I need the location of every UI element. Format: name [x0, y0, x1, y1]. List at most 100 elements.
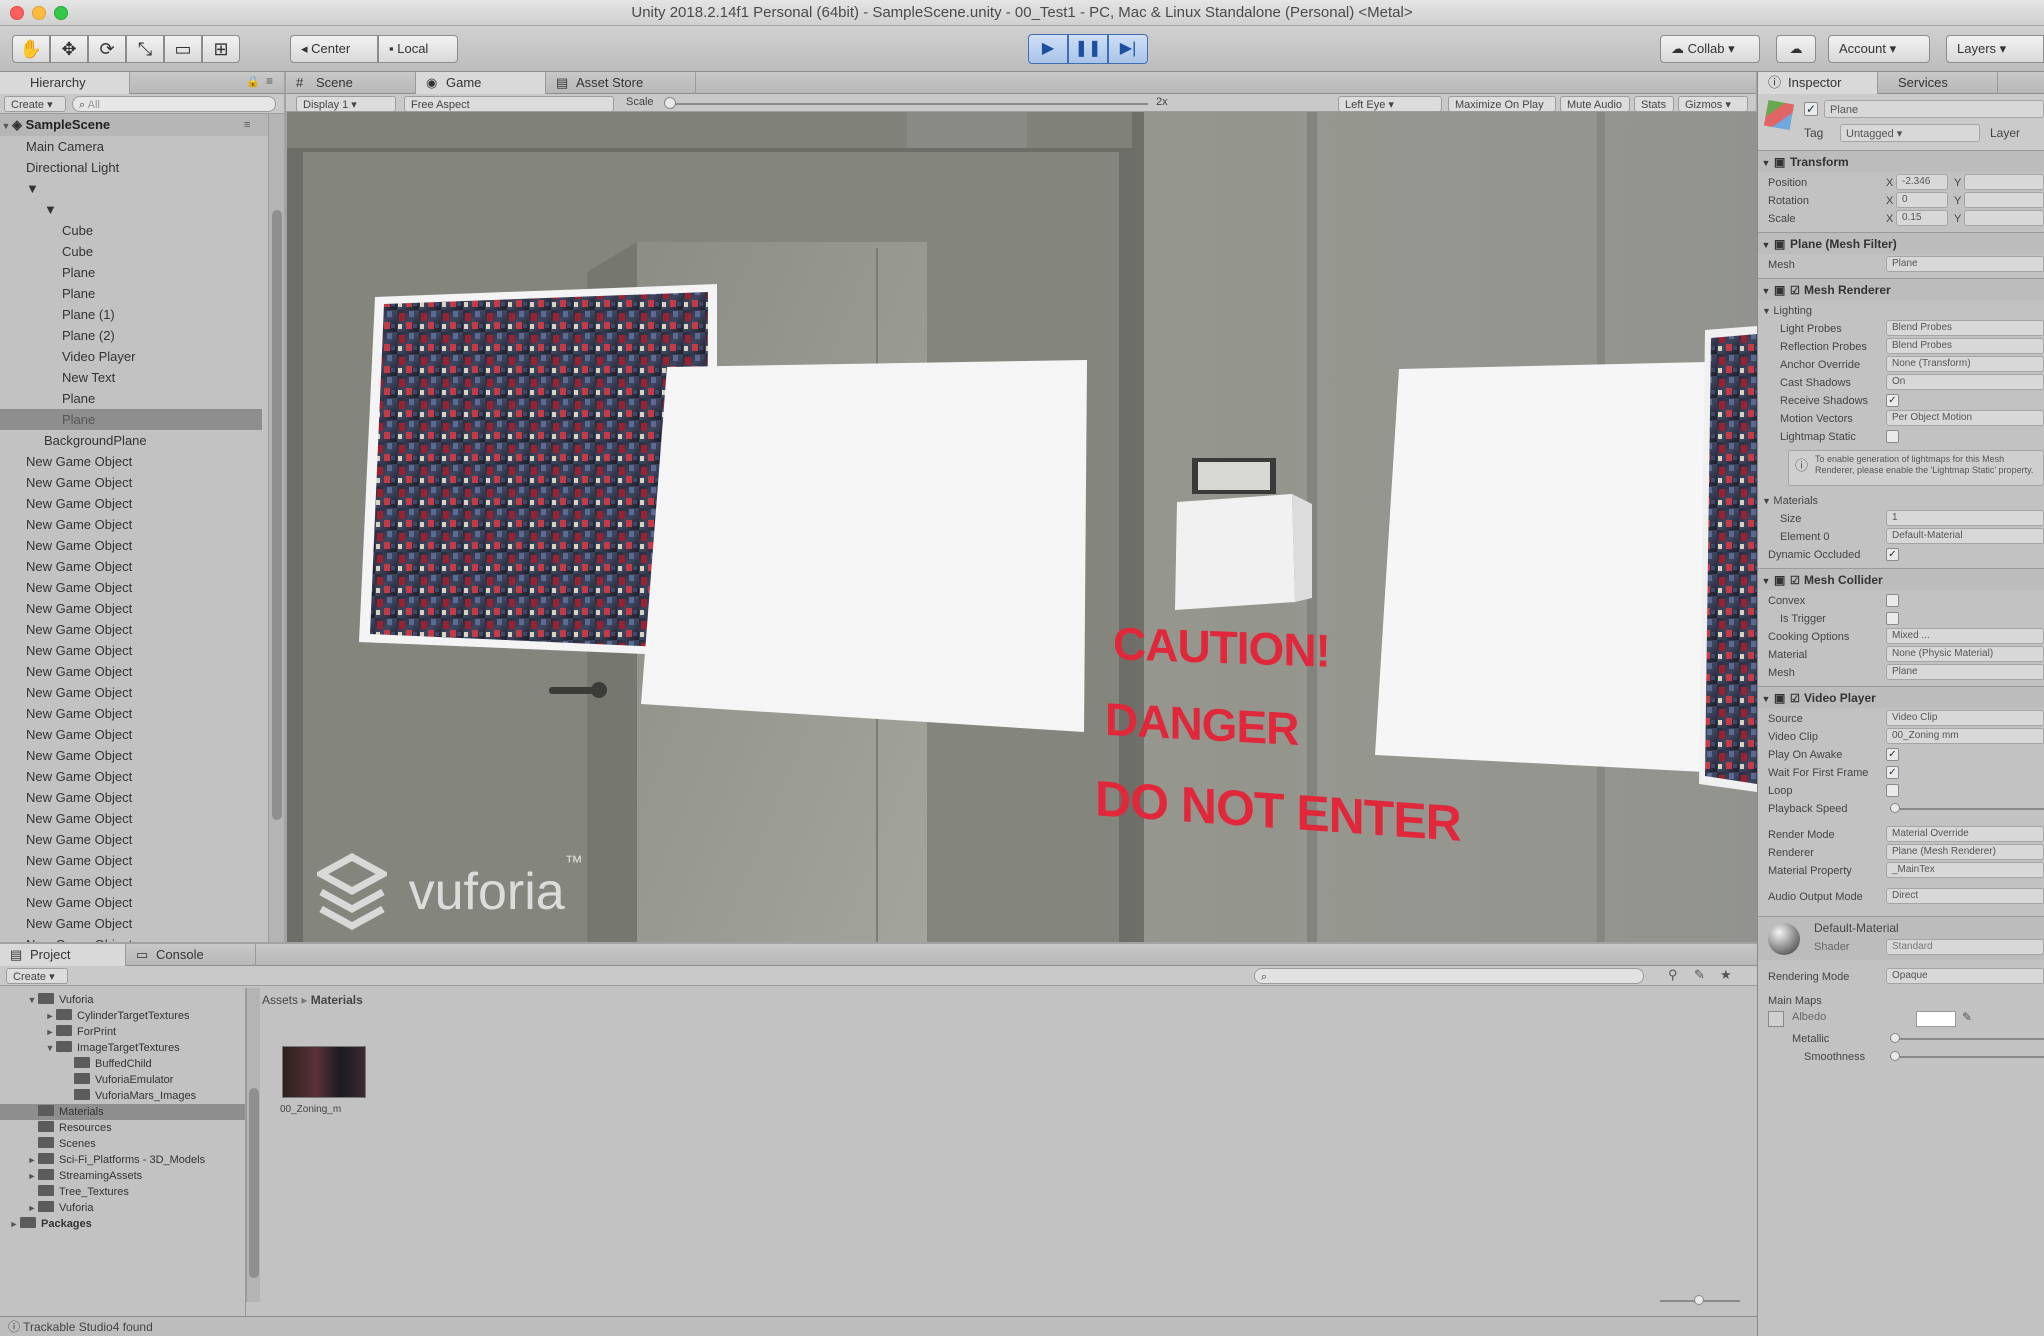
property-value[interactable]: Material Override — [1886, 826, 2044, 842]
breadcrumb-materials[interactable]: Materials — [311, 993, 363, 1007]
section-label[interactable]: ▼ Materials — [1762, 492, 1818, 510]
component-header[interactable]: ▼ ▣ Transform — [1758, 150, 2044, 172]
hierarchy-scroll-thumb[interactable] — [272, 210, 282, 820]
aspect-dropdown[interactable]: Free Aspect — [404, 96, 614, 112]
property-value[interactable]: Plane — [1886, 256, 2044, 272]
expand-arrow-icon[interactable]: ▼ — [44, 1040, 56, 1056]
hierarchy-item[interactable]: ▼ — [0, 199, 262, 220]
hierarchy-item[interactable]: BackgroundPlane — [0, 430, 262, 451]
expand-arrow-icon[interactable]: ► — [8, 1216, 20, 1232]
component-enabled-checkbox[interactable]: ☑ — [1790, 688, 1804, 710]
project-folder-item[interactable]: Tree_Textures — [0, 1184, 245, 1200]
expand-arrow-icon[interactable]: ▼ — [1758, 280, 1774, 302]
project-folder-item[interactable]: ► CylinderTargetTextures — [0, 1008, 245, 1024]
project-folder-item[interactable]: Materials — [0, 1104, 245, 1120]
hierarchy-item[interactable]: New Game Object — [0, 598, 262, 619]
hierarchy-search-input[interactable]: ⌕ All — [72, 96, 276, 112]
hierarchy-item[interactable]: New Game Object — [0, 556, 262, 577]
hierarchy-scrollbar[interactable] — [268, 114, 284, 942]
expand-arrow-icon[interactable]: ▼ — [0, 115, 12, 137]
layers-dropdown[interactable]: Layers ▾ — [1946, 35, 2044, 63]
hierarchy-item[interactable]: Plane — [0, 388, 262, 409]
component-enabled-checkbox[interactable]: ☑ — [1790, 280, 1804, 302]
property-value[interactable]: None (Transform) — [1886, 356, 2044, 372]
hierarchy-item[interactable]: New Game Object — [0, 724, 262, 745]
hierarchy-item[interactable]: Plane — [0, 409, 262, 430]
section-label[interactable]: ▼ Lighting — [1762, 302, 1812, 320]
hand-tool-icon[interactable]: ✋ — [12, 35, 50, 63]
project-folder-item[interactable]: ► StreamingAssets — [0, 1168, 245, 1184]
property-value[interactable]: Direct — [1886, 888, 2044, 904]
component-header[interactable]: ▼ ▣ ☑ Mesh Renderer — [1758, 278, 2044, 300]
tab-game[interactable]: ◉ Game — [416, 72, 546, 94]
property-checkbox[interactable] — [1886, 612, 1899, 625]
expand-arrow-icon[interactable]: ▼ — [26, 992, 38, 1008]
property-checkbox[interactable]: ✓ — [1886, 548, 1899, 561]
albedo-texture-slot[interactable] — [1768, 1011, 1784, 1027]
lock-icon[interactable]: 🔒 — [246, 75, 260, 88]
project-folder-item[interactable]: ► Vuforia — [0, 1200, 245, 1216]
hierarchy-item[interactable]: New Game Object — [0, 661, 262, 682]
hierarchy-item[interactable]: Plane — [0, 262, 262, 283]
space-local-button[interactable]: ▪ Local — [378, 35, 458, 63]
tab-inspector[interactable]: ⓘ Inspector — [1758, 72, 1878, 94]
property-slider[interactable] — [1890, 1056, 2044, 1058]
hierarchy-item[interactable]: New Game Object — [0, 808, 262, 829]
x-value-field[interactable]: 0.15 — [1896, 210, 1948, 226]
component-enabled-checkbox[interactable]: ☑ — [1790, 570, 1804, 592]
minimize-window-button[interactable] — [32, 6, 46, 20]
project-search-input[interactable]: ⌕ — [1254, 968, 1644, 984]
property-value[interactable]: Plane (Mesh Renderer) — [1886, 844, 2044, 860]
tab-scene[interactable]: # Scene — [286, 72, 416, 94]
step-button[interactable]: ▶| — [1108, 34, 1148, 64]
tab-project[interactable]: ▤ Project — [0, 944, 126, 966]
eyedropper-icon[interactable]: ✎ — [1962, 1010, 1972, 1024]
project-folder-item[interactable]: ► Packages — [0, 1216, 245, 1232]
expand-arrow-icon[interactable]: ► — [26, 1168, 38, 1184]
project-folder-item[interactable]: BuffedChild — [0, 1056, 245, 1072]
hierarchy-item[interactable]: New Game Object — [0, 934, 262, 942]
project-tree-scrollbar[interactable] — [246, 988, 260, 1302]
account-dropdown[interactable]: Account ▾ — [1828, 35, 1930, 63]
gizmos-dropdown[interactable]: Gizmos ▾ — [1678, 96, 1748, 112]
hierarchy-item[interactable]: New Game Object — [0, 514, 262, 535]
collab-button[interactable]: ☁ Collab ▾ — [1660, 35, 1760, 63]
rect-tool-icon[interactable]: ▭ — [164, 35, 202, 63]
property-slider-thumb[interactable] — [1890, 803, 1900, 813]
property-value[interactable]: Blend Probes — [1886, 320, 2044, 336]
hierarchy-item[interactable]: New Game Object — [0, 493, 262, 514]
x-value-field[interactable]: 0 — [1896, 192, 1948, 208]
property-value[interactable]: 1 — [1886, 510, 2044, 526]
hierarchy-item[interactable]: New Game Object — [0, 703, 262, 724]
property-checkbox[interactable] — [1886, 784, 1899, 797]
property-value[interactable]: Opaque — [1886, 968, 2044, 984]
property-checkbox[interactable]: ✓ — [1886, 766, 1899, 779]
y-value-field[interactable] — [1964, 210, 2044, 226]
hierarchy-item[interactable]: New Game Object — [0, 472, 262, 493]
display-dropdown[interactable]: Display 1 ▾ — [296, 96, 396, 112]
gameobject-name-field[interactable]: Plane — [1824, 100, 2044, 118]
expand-arrow-icon[interactable]: ▼ — [1758, 234, 1774, 256]
scale-slider-track[interactable] — [668, 103, 1148, 105]
property-value[interactable]: Blend Probes — [1886, 338, 2044, 354]
property-checkbox[interactable]: ✓ — [1886, 748, 1899, 761]
move-tool-icon[interactable]: ✥ — [50, 35, 88, 63]
property-value[interactable]: Plane — [1886, 664, 2044, 680]
hierarchy-item[interactable]: New Game Object — [0, 745, 262, 766]
expand-arrow-icon[interactable]: ► — [44, 1024, 56, 1040]
hierarchy-item[interactable]: Plane (2) — [0, 325, 262, 346]
y-value-field[interactable] — [1964, 192, 2044, 208]
scale-tool-icon[interactable]: ⤡ — [126, 35, 164, 63]
expand-arrow-icon[interactable]: ▼ — [1758, 688, 1774, 710]
property-value[interactable]: 00_Zoning mm — [1886, 728, 2044, 744]
expand-arrow-icon[interactable]: ► — [26, 1152, 38, 1168]
property-slider[interactable] — [1890, 1038, 2044, 1040]
filter-by-label-icon[interactable]: ✎ — [1694, 967, 1705, 983]
property-checkbox[interactable]: ✓ — [1886, 394, 1899, 407]
property-slider-thumb[interactable] — [1890, 1033, 1900, 1043]
project-folder-item[interactable]: ▼ Vuforia — [0, 992, 245, 1008]
hierarchy-item[interactable]: New Game Object — [0, 913, 262, 934]
tab-asset-store[interactable]: ▤ Asset Store — [546, 72, 696, 94]
hierarchy-item[interactable]: New Game Object — [0, 640, 262, 661]
hierarchy-item[interactable]: Cube — [0, 241, 262, 262]
